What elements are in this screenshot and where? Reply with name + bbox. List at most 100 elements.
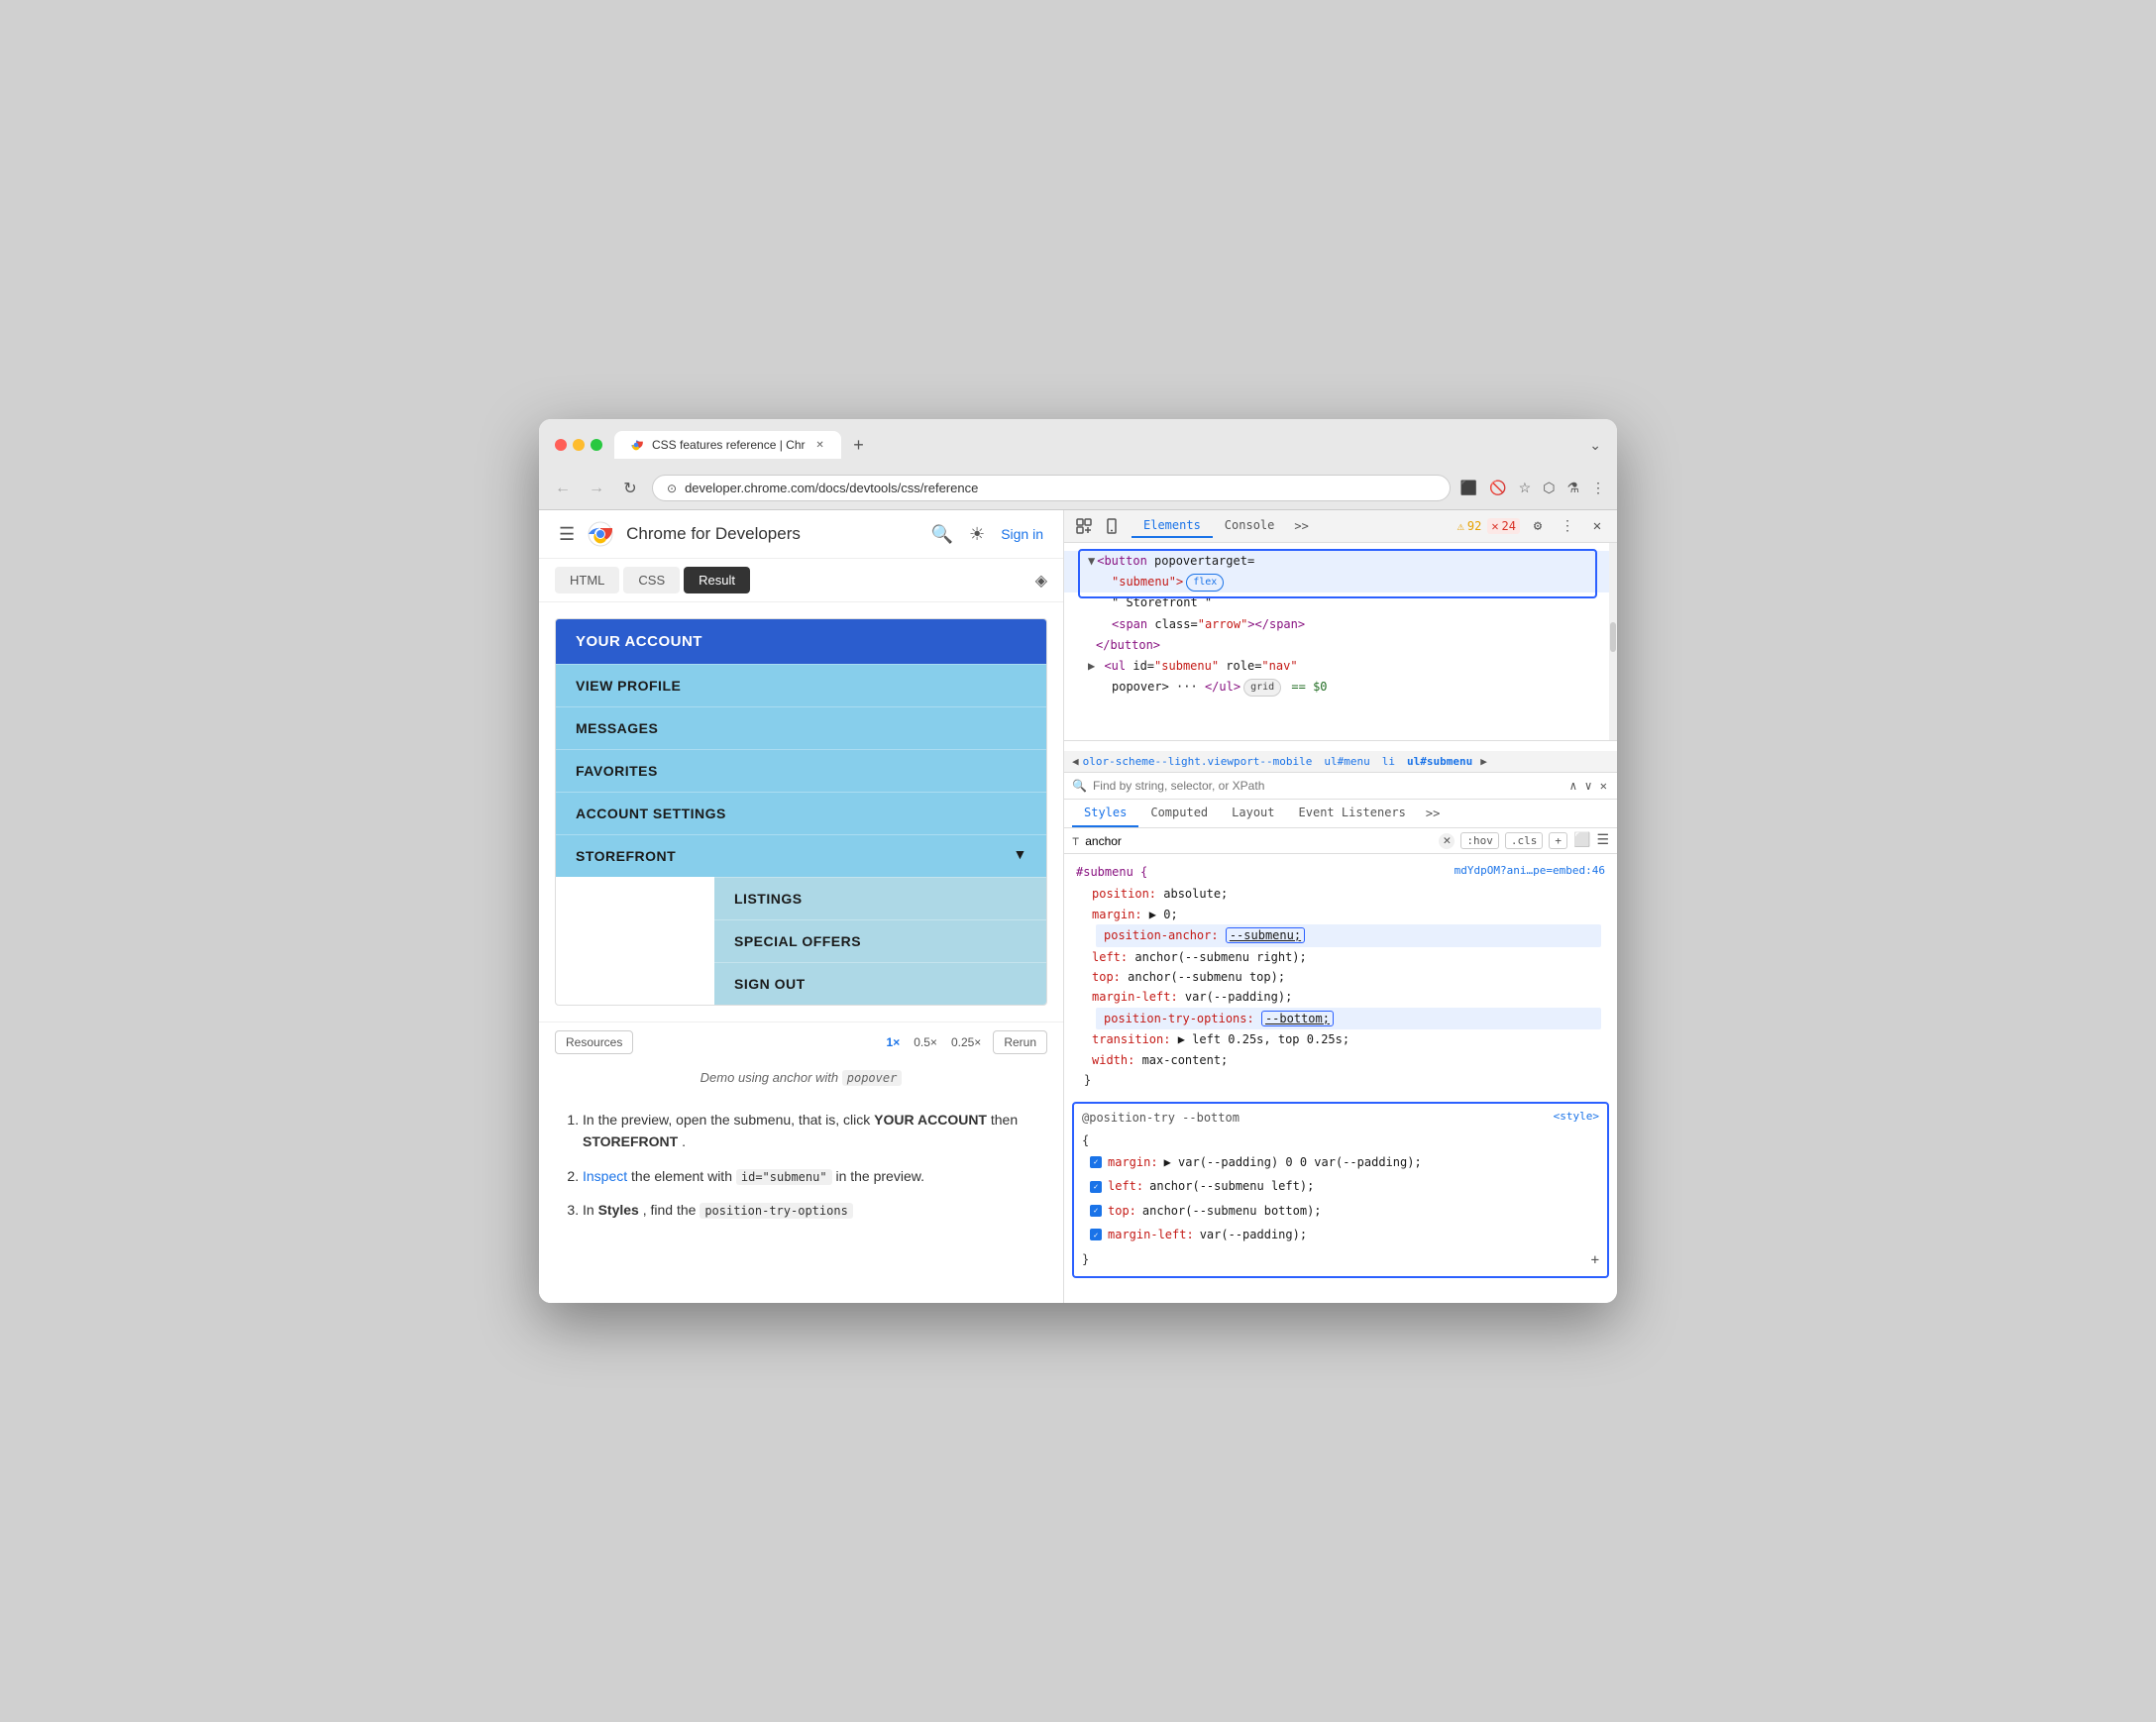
reload-button[interactable]: ↻: [618, 477, 642, 500]
css-prop-position-try[interactable]: position-try-options: --bottom;: [1096, 1008, 1601, 1029]
tree-line-7[interactable]: popover> ··· </ul> grid == $0: [1064, 677, 1617, 698]
filter-input[interactable]: [1085, 834, 1433, 848]
event-listeners-tab[interactable]: Event Listeners: [1287, 800, 1418, 827]
breadcrumb-item-4[interactable]: ul#submenu: [1407, 755, 1472, 768]
sign-in-button[interactable]: Sign in: [1001, 526, 1043, 542]
tree-line-6[interactable]: ▶ <ul id= "submenu" role= "nav": [1064, 656, 1617, 677]
nav-account-settings[interactable]: ACCOUNT SETTINGS: [556, 792, 1046, 834]
step2-inspect-link[interactable]: Inspect: [583, 1168, 627, 1184]
filter-clear-icon[interactable]: ✕: [1439, 833, 1455, 849]
nav-storefront[interactable]: STOREFRONT ▲: [556, 834, 1046, 877]
element-picker-icon[interactable]: [1072, 514, 1096, 538]
result-tab[interactable]: Result: [684, 567, 750, 593]
search-close-icon[interactable]: ✕: [1598, 777, 1609, 795]
css-prop-position-anchor[interactable]: position-anchor: --submenu;: [1096, 924, 1601, 946]
search-up-icon[interactable]: ∧: [1567, 777, 1578, 795]
warning-count: 92: [1467, 519, 1481, 533]
checkbox-1-icon[interactable]: ✓: [1090, 1156, 1102, 1168]
search-icon[interactable]: 🔍: [931, 524, 953, 545]
back-button[interactable]: ←: [551, 477, 575, 500]
tree-line-1[interactable]: ▼ <button popovertarget=: [1064, 551, 1617, 572]
hamburger-icon[interactable]: ☰: [559, 524, 575, 545]
mobile-icon[interactable]: [1100, 514, 1124, 538]
search-down-icon[interactable]: ∨: [1583, 777, 1594, 795]
breadcrumb-item-1[interactable]: olor-scheme--light.viewport--mobile: [1083, 755, 1313, 768]
styles-tab[interactable]: Styles: [1072, 800, 1138, 827]
css-area: mdYdpOM?ani…pe=embed:46 #submenu { posit…: [1064, 854, 1617, 1303]
forward-button[interactable]: →: [585, 477, 608, 500]
nav-favorites[interactable]: FAVORITES: [556, 749, 1046, 792]
pt-source[interactable]: <style>: [1554, 1108, 1599, 1127]
tree-toggle-2[interactable]: ▶: [1088, 657, 1095, 676]
elements-tab[interactable]: Elements: [1132, 514, 1213, 538]
css-rule-header: mdYdpOM?ani…pe=embed:46 #submenu {: [1076, 862, 1605, 882]
tree-line-5[interactable]: </button>: [1064, 635, 1617, 656]
tree-line-3[interactable]: " Storefront ": [1064, 592, 1617, 613]
browser-tab[interactable]: CSS features reference | Chr ✕: [614, 431, 841, 459]
rerun-button[interactable]: Rerun: [993, 1030, 1047, 1054]
new-rule-icon[interactable]: ☰: [1596, 832, 1609, 849]
tree-toggle[interactable]: ▼: [1088, 552, 1095, 571]
hov-button[interactable]: :hov: [1460, 832, 1499, 849]
tree-scrollbar[interactable]: [1609, 543, 1617, 740]
nav-messages[interactable]: MESSAGES: [556, 706, 1046, 749]
zoom-025x[interactable]: 0.25×: [947, 1033, 985, 1051]
position-try-value[interactable]: --bottom;: [1261, 1011, 1334, 1026]
more-tabs-btn[interactable]: >>: [1286, 515, 1316, 537]
close-traffic-light[interactable]: [555, 439, 567, 451]
more-icon[interactable]: ⋮: [1591, 480, 1605, 496]
url-text[interactable]: developer.chrome.com/docs/devtools/css/r…: [685, 481, 978, 495]
css-source[interactable]: mdYdpOM?ani…pe=embed:46: [1455, 862, 1605, 881]
tree-line-2[interactable]: "submenu"> flex: [1064, 572, 1617, 592]
cls-button[interactable]: .cls: [1505, 832, 1544, 849]
chrome-logo-icon: [587, 520, 614, 548]
html-tab[interactable]: HTML: [555, 567, 619, 593]
code-settings-icon[interactable]: ◈: [1035, 571, 1047, 591]
checkbox-2-icon[interactable]: ✓: [1090, 1181, 1102, 1193]
checkbox-4-icon[interactable]: ✓: [1090, 1229, 1102, 1240]
checkbox-3-icon[interactable]: ✓: [1090, 1205, 1102, 1217]
layout-tab[interactable]: Layout: [1220, 800, 1286, 827]
computed-tab[interactable]: Computed: [1138, 800, 1220, 827]
tabs-chevron-icon[interactable]: ⌄: [1589, 437, 1601, 454]
settings-icon[interactable]: ⚙: [1526, 514, 1550, 538]
resources-button[interactable]: Resources: [555, 1030, 633, 1054]
extension-icon[interactable]: ⬡: [1543, 480, 1555, 496]
cast-icon[interactable]: ⬛: [1460, 480, 1477, 496]
submenu-special-offers[interactable]: SPECIAL OFFERS: [714, 919, 1046, 962]
css-tab[interactable]: CSS: [623, 567, 680, 593]
tree-line-4[interactable]: <span class= "arrow" ></span>: [1064, 614, 1617, 635]
console-tab[interactable]: Console: [1213, 514, 1287, 538]
zoom-1x[interactable]: 1×: [883, 1033, 905, 1051]
profile-icon[interactable]: ⚗: [1566, 480, 1579, 496]
tab-close-button[interactable]: ✕: [813, 438, 827, 452]
submenu-sign-out[interactable]: SIGN OUT: [714, 962, 1046, 1005]
pt-prop-4: ✓ margin-left: var(--padding);: [1082, 1223, 1599, 1246]
css-selector[interactable]: #submenu {: [1076, 865, 1147, 879]
dt-close-icon[interactable]: ✕: [1585, 514, 1609, 538]
step1-bold1: YOUR ACCOUNT: [874, 1112, 987, 1128]
styles-more-btn[interactable]: >>: [1418, 801, 1448, 826]
zoom-05x[interactable]: 0.5×: [910, 1033, 941, 1051]
tree-scrollbar-thumb[interactable]: [1610, 622, 1616, 652]
position-anchor-value[interactable]: --submenu;: [1226, 927, 1305, 943]
step3-code: position-try-options: [700, 1203, 853, 1219]
nav-view-profile[interactable]: VIEW PROFILE: [556, 664, 1046, 706]
dt-more-icon[interactable]: ⋮: [1556, 514, 1579, 538]
address-bar[interactable]: ⊙ developer.chrome.com/docs/devtools/css…: [652, 475, 1451, 501]
demo-area: YOUR ACCOUNT VIEW PROFILE MESSAGES FAVOR…: [539, 602, 1063, 1022]
copy-icon[interactable]: ⬜: [1573, 832, 1590, 849]
pt-add-icon[interactable]: +: [1591, 1249, 1599, 1273]
breadcrumb-item-3[interactable]: li: [1382, 755, 1395, 768]
nav-your-account[interactable]: YOUR ACCOUNT: [556, 619, 1046, 664]
maximize-traffic-light[interactable]: [591, 439, 602, 451]
camera-off-icon[interactable]: 🚫: [1489, 480, 1506, 496]
add-style-icon[interactable]: +: [1549, 832, 1567, 849]
minimize-traffic-light[interactable]: [573, 439, 585, 451]
submenu-listings[interactable]: LISTINGS: [714, 877, 1046, 919]
dt-search-input[interactable]: [1093, 779, 1562, 793]
bookmark-icon[interactable]: ☆: [1519, 480, 1532, 496]
breadcrumb-item-2[interactable]: ul#menu: [1324, 755, 1369, 768]
theme-icon[interactable]: ☀: [969, 524, 985, 545]
new-tab-button[interactable]: +: [845, 431, 873, 459]
